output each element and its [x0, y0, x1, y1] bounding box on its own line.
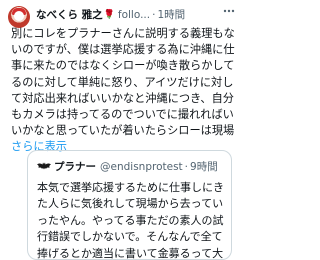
quoted-display-name[interactable]: プラナー — [54, 160, 96, 174]
bat-logo-svg — [37, 162, 51, 170]
avatar[interactable] — [8, 6, 30, 28]
quoted-separator-dot: · — [184, 161, 189, 173]
more-dots — [223, 9, 235, 13]
quoted-tweet[interactable]: プラナー @endisnprotest · 9時間 本気で選挙応援するために仕事… — [27, 150, 232, 260]
tweet-header: なべくら 雅之 🌹 follo... · 1時間 — [36, 8, 236, 22]
quoted-handle[interactable]: @endisnprotest — [100, 160, 183, 174]
avatar-face — [14, 11, 24, 21]
quoted-tweet-header: プラナー @endisnprotest · 9時間 — [37, 160, 218, 174]
display-name[interactable]: なべくら 雅之 — [36, 8, 103, 22]
rose-icon: 🌹 — [103, 10, 115, 20]
separator-dot: · — [152, 9, 156, 21]
more-horizontal-icon[interactable] — [222, 4, 236, 18]
tweet[interactable]: なべくら 雅之 🌹 follo... · 1時間 別にコレをプラナーさんに説明す… — [0, 0, 240, 260]
tweet-text: 別にコレをプラナーさんに説明する義理もないのですが、僕は選挙応援する為に沖縄に仕… — [11, 26, 237, 156]
quoted-timestamp[interactable]: 9時間 — [190, 160, 218, 174]
quoted-tweet-text: 本気で選挙応援するために仕事しにきた人らに気後れして現場から去っていったやん。や… — [37, 181, 224, 260]
tweet-text-content: 別にコレをプラナーさんに説明する義理もないのですが、僕は選挙応援する為に沖縄に仕… — [11, 27, 235, 138]
bat-logo-icon — [37, 160, 51, 174]
timestamp[interactable]: 1時間 — [157, 8, 185, 22]
handle[interactable]: follo... — [118, 8, 150, 22]
